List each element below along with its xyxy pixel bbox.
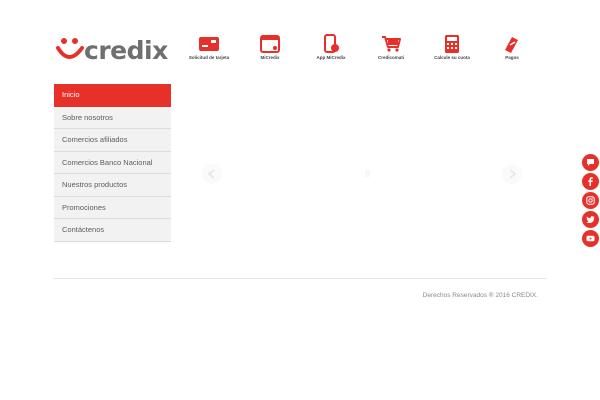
instagram-icon: [586, 196, 595, 205]
top-link-card-request[interactable]: Solicitud de tarjeta: [174, 34, 244, 64]
side-menu-item-sobre-nosotros[interactable]: Sobre nosotros: [54, 106, 171, 129]
side-menu-item-comercios-afiliados[interactable]: Comercios afiliados: [54, 129, 171, 152]
slider-next-button[interactable]: [502, 164, 522, 184]
top-link-label: Solicitud de tarjeta: [188, 55, 230, 60]
social-chat-button[interactable]: [582, 154, 599, 171]
social-facebook-button[interactable]: [582, 173, 599, 190]
browser-window-icon: [260, 35, 280, 53]
shopping-cart-icon: [382, 36, 401, 52]
facebook-icon: [588, 177, 593, 186]
social-twitter-button[interactable]: [582, 211, 599, 228]
social-instagram-button[interactable]: [582, 192, 599, 209]
footer-copyright: Derechos Reservados ® 2016 CREDIX.: [422, 292, 538, 299]
chat-icon: [587, 159, 594, 166]
calculator-icon: [445, 35, 459, 53]
side-menu: Inicio Sobre nosotros Comercios afiliado…: [54, 84, 171, 242]
twitter-icon: [586, 216, 595, 224]
mobile-app-icon: [324, 34, 339, 53]
arrow-left-icon: [207, 169, 215, 179]
payment-hand-icon: [505, 37, 518, 53]
footer-divider: [54, 278, 546, 279]
slider-prev-button[interactable]: [202, 164, 222, 184]
slider-indicator[interactable]: [365, 170, 370, 177]
side-menu-item-promociones[interactable]: Promociones: [54, 196, 171, 219]
arrow-right-icon: [509, 169, 517, 179]
page: credix Solicitud de tarjeta MiCredix App…: [0, 0, 600, 400]
top-link-payments[interactable]: Pagos: [477, 34, 547, 64]
side-menu-item-contactenos[interactable]: Contáctenos: [54, 219, 171, 242]
credit-card-icon: [199, 37, 219, 51]
top-quick-links: Solicitud de tarjeta MiCredix App MiCred…: [0, 34, 600, 64]
top-link-label: MiCredix: [260, 55, 280, 60]
top-link-micredix[interactable]: MiCredix: [235, 34, 305, 64]
youtube-icon: [586, 235, 595, 242]
side-menu-item-nuestros-productos[interactable]: Nuestros productos: [54, 174, 171, 197]
social-links: [582, 154, 600, 249]
top-link-label: Credicomati: [377, 55, 404, 60]
social-youtube-button[interactable]: [582, 230, 599, 247]
top-link-credicomati[interactable]: Credicomati: [356, 34, 426, 64]
side-menu-item-comercios-banco-nacional[interactable]: Comercios Banco Nacional: [54, 151, 171, 174]
top-link-label: Pagos: [505, 55, 519, 60]
side-menu-item-inicio[interactable]: Inicio: [54, 84, 171, 107]
